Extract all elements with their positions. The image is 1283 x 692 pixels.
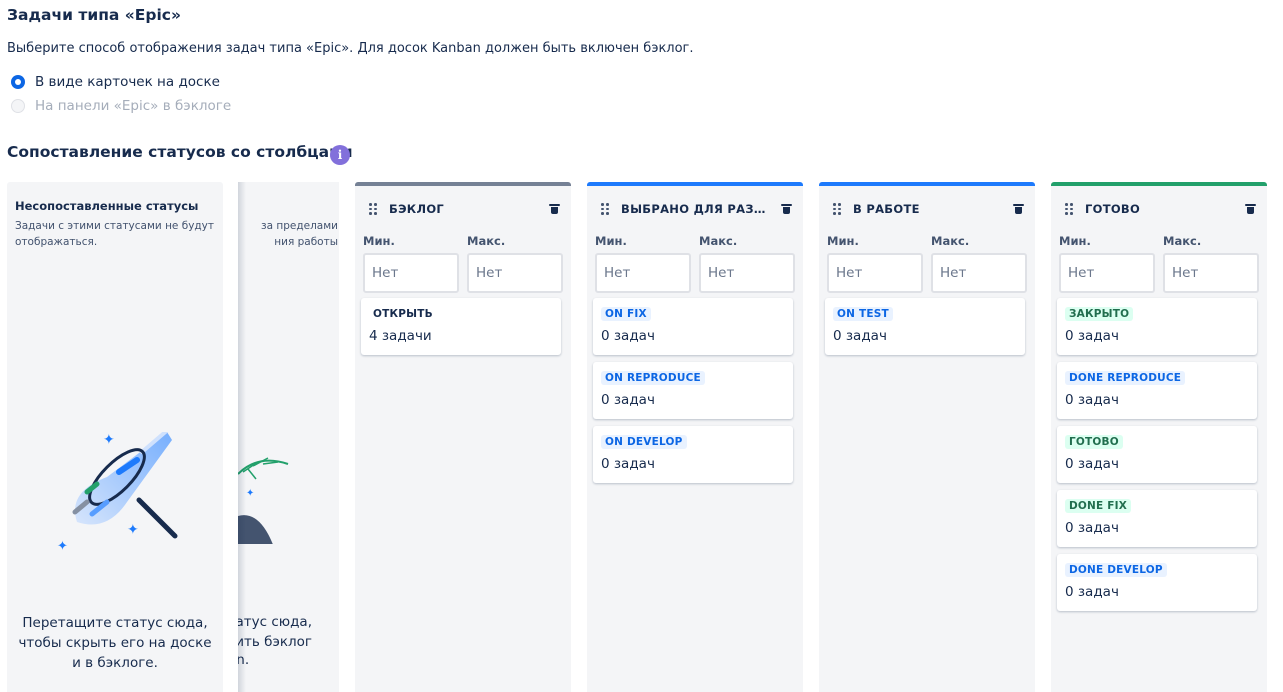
status-card[interactable]: ON FIX 0 задач: [593, 298, 793, 355]
board-column-in-progress[interactable]: В РАБОТЕ Мин. Макс. ON TEST 0 задач: [819, 182, 1035, 692]
status-count: 4 задачи: [369, 328, 432, 344]
status-card[interactable]: ОТКРЫТЬ 4 задачи: [361, 298, 561, 355]
svg-text:✦: ✦: [127, 522, 139, 538]
board-column-done[interactable]: ГОТОВО Мин. Макс. ЗАКРЫТО 0 задач DONE R…: [1051, 182, 1267, 692]
max-input[interactable]: [931, 253, 1027, 293]
column-title: ВЫБРАНО ДЛЯ РАЗР...: [621, 202, 771, 216]
trash-icon[interactable]: [549, 202, 561, 216]
svg-text:✦: ✦: [246, 488, 254, 499]
status-card[interactable]: ГОТОВО 0 задач: [1057, 426, 1257, 483]
column-title: БЭКЛОГ: [389, 202, 445, 216]
status-card[interactable]: DONE REPRODUCE 0 задач: [1057, 362, 1257, 419]
unmapped-drop-hint: Перетащите статус сюда, чтобы скрыть его…: [18, 615, 212, 671]
status-card[interactable]: ЗАКРЫТО 0 задач: [1057, 298, 1257, 355]
status-count: 0 задач: [1065, 456, 1119, 472]
status-count: 0 задач: [1065, 520, 1119, 536]
status-lozenge: ON TEST: [833, 307, 893, 321]
min-input[interactable]: [1059, 253, 1155, 293]
min-input[interactable]: [363, 253, 459, 293]
trash-icon[interactable]: [781, 202, 793, 216]
status-lozenge: ON REPRODUCE: [601, 371, 705, 385]
unmapped-subtitle: Задачи с этими статусами не будут отобра…: [15, 220, 215, 248]
radio-option-panel: На панели «Epic» в бэклоге: [11, 98, 231, 114]
mapping-section-title: Сопоставление статусов со столбцами: [7, 143, 353, 161]
racket-illustration-icon: ✦ ✦ ✦: [57, 432, 178, 554]
status-count: 0 задач: [601, 456, 655, 472]
status-lozenge: DONE REPRODUCE: [1065, 371, 1186, 385]
column-title: ГОТОВО: [1085, 202, 1141, 216]
min-label: Мин.: [1059, 234, 1091, 248]
trash-icon[interactable]: [1245, 202, 1257, 216]
board-column-selected[interactable]: ВЫБРАНО ДЛЯ РАЗР... Мин. Макс. ON FIX 0 …: [587, 182, 803, 692]
min-label: Мин.: [595, 234, 627, 248]
max-label: Макс.: [699, 234, 738, 248]
plant-illustration-icon: ✦: [238, 457, 289, 544]
status-count: 0 задач: [601, 392, 655, 408]
board-column-backlog[interactable]: БЭКЛОГ Мин. Макс. ОТКРЫТЬ 4 задачи: [355, 182, 571, 692]
status-lozenge: ОТКРЫТЬ: [369, 307, 437, 321]
min-label: Мин.: [827, 234, 859, 248]
status-lozenge: ON DEVELOP: [601, 435, 687, 449]
epic-section-title: Задачи типа «Epic»: [7, 6, 181, 24]
unmapped-title: Несопоставленные статусы: [15, 199, 199, 213]
column-title: В РАБОТЕ: [853, 202, 920, 216]
status-lozenge: DONE DEVELOP: [1065, 563, 1167, 577]
radio-disabled-icon: [11, 99, 25, 113]
status-lozenge: ON FIX: [601, 307, 651, 321]
trash-icon[interactable]: [1013, 202, 1025, 216]
max-input[interactable]: [699, 253, 795, 293]
status-card[interactable]: DONE DEVELOP 0 задач: [1057, 554, 1257, 611]
info-icon[interactable]: i: [330, 145, 350, 165]
drag-handle-icon[interactable]: [601, 203, 609, 215]
status-count: 0 задач: [601, 328, 655, 344]
min-input[interactable]: [827, 253, 923, 293]
status-card[interactable]: DONE FIX 0 задач: [1057, 490, 1257, 547]
status-lozenge: ГОТОВО: [1065, 435, 1123, 449]
unmapped-statuses-column: Несопоставленные статусы Задачи с этими …: [7, 182, 223, 692]
epic-description: Выберите способ отображения задач типа «…: [7, 41, 694, 56]
svg-text:✦: ✦: [57, 539, 68, 554]
status-count: 0 задач: [833, 328, 887, 344]
status-card[interactable]: ON REPRODUCE 0 задач: [593, 362, 793, 419]
backlog-statuses-column: за пределами ния работы ✦ статус сюда, л…: [238, 182, 339, 692]
max-input[interactable]: [467, 253, 563, 293]
min-input[interactable]: [595, 253, 691, 293]
backlog-drop-hint: статус сюда, лить бэклог: [238, 614, 312, 650]
radio-option-cards[interactable]: В виде карточек на доске: [11, 74, 220, 90]
drag-handle-icon[interactable]: [833, 203, 841, 215]
status-count: 0 задач: [1065, 328, 1119, 344]
min-label: Мин.: [363, 234, 395, 248]
status-count: 0 задач: [1065, 392, 1119, 408]
scroll-shadow: [238, 182, 246, 692]
svg-text:✦: ✦: [103, 432, 115, 448]
max-label: Макс.: [931, 234, 970, 248]
status-lozenge: ЗАКРЫТО: [1065, 307, 1134, 321]
max-label: Макс.: [1163, 234, 1202, 248]
max-input[interactable]: [1163, 253, 1259, 293]
radio-option-panel-label: На панели «Epic» в бэклоге: [35, 98, 232, 114]
status-count: 0 задач: [1065, 584, 1119, 600]
drag-handle-icon[interactable]: [369, 203, 377, 215]
status-card[interactable]: ON DEVELOP 0 задач: [593, 426, 793, 483]
drag-handle-icon[interactable]: [1065, 203, 1073, 215]
status-card[interactable]: ON TEST 0 задач: [825, 298, 1025, 355]
radio-option-cards-label: В виде карточек на доске: [35, 74, 220, 90]
radio-selected-icon[interactable]: [11, 75, 25, 89]
max-label: Макс.: [467, 234, 506, 248]
backlog-subtitle: за пределами ния работы: [261, 220, 338, 248]
status-lozenge: DONE FIX: [1065, 499, 1132, 513]
